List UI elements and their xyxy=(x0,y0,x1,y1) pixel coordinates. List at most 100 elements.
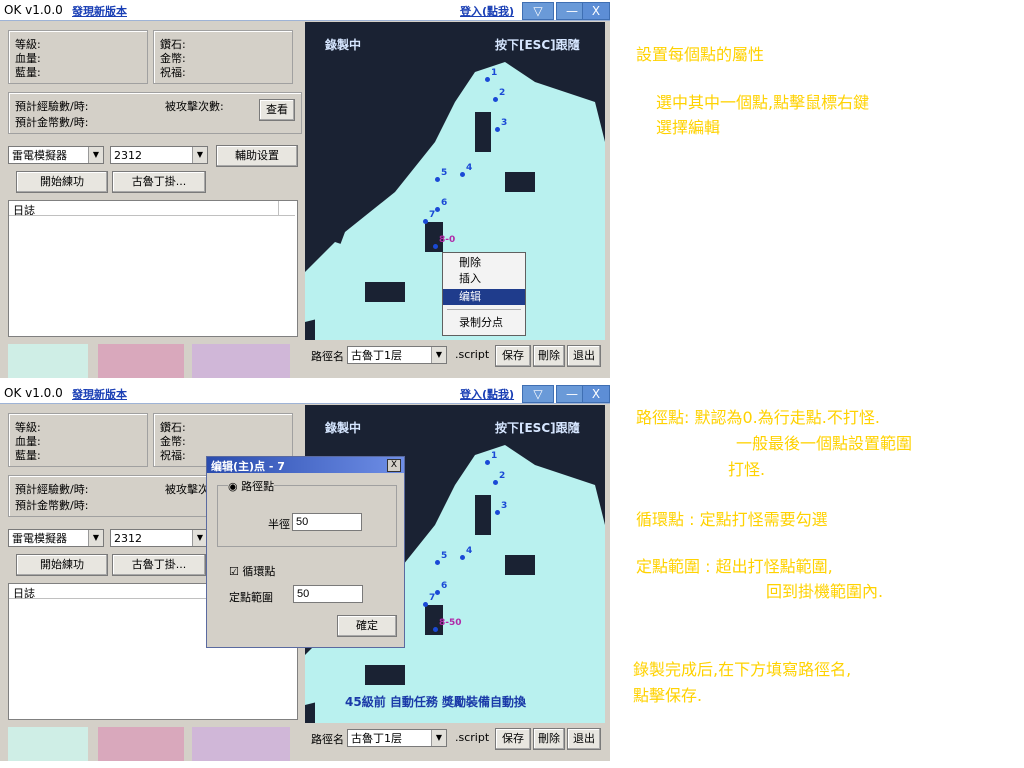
waypoint-marker[interactable] xyxy=(433,627,438,632)
waypoint-marker[interactable] xyxy=(495,510,500,515)
waypoint-marker[interactable] xyxy=(423,219,428,224)
waypoint-label: 8-50 xyxy=(439,618,462,628)
annotation-path-point-3: 打怪. xyxy=(728,460,766,479)
radio-path-point-label: 路徑點 xyxy=(241,480,275,493)
checkbox-checked-icon: ☑ xyxy=(229,565,239,578)
color-swatch xyxy=(98,344,184,378)
port-select[interactable]: 2312 ▼ xyxy=(110,529,208,547)
waypoint-label: 8-0 xyxy=(439,235,456,245)
waypoint-label: 3 xyxy=(501,501,508,511)
range-label: 定點範圍 xyxy=(229,591,273,604)
exit-button[interactable]: 退出 xyxy=(567,345,601,367)
waypoint-marker[interactable] xyxy=(485,460,490,465)
map-wall xyxy=(365,282,405,302)
waypoint-marker[interactable] xyxy=(460,555,465,560)
color-swatch xyxy=(8,344,88,378)
view-button[interactable]: 查看 xyxy=(259,99,295,121)
menu-item-record-subpoint[interactable]: 录制分点 xyxy=(443,315,525,331)
blessing-label: 祝福: xyxy=(160,66,186,79)
close-icon[interactable]: X xyxy=(582,2,610,20)
path-name-label: 路徑名 xyxy=(311,350,344,363)
gludin-button[interactable]: 古魯丁掛... xyxy=(112,171,206,193)
color-swatch xyxy=(8,727,88,761)
waypoint-label: 4 xyxy=(466,546,473,556)
menu-item-edit[interactable]: 编辑 xyxy=(443,289,525,305)
emulator-select[interactable]: 雷電模擬器 ▼ xyxy=(8,146,104,164)
map-wall xyxy=(475,112,491,152)
waypoint-marker[interactable] xyxy=(460,172,465,177)
dialog-close-icon[interactable]: X xyxy=(387,459,401,472)
dialog-title-bar: 编辑(主)点 - 7 X xyxy=(207,457,404,473)
close-icon[interactable]: X xyxy=(582,385,610,403)
gludin-button[interactable]: 古魯丁掛... xyxy=(112,554,206,576)
waypoint-marker[interactable] xyxy=(435,177,440,182)
ok-button[interactable]: 確定 xyxy=(337,615,397,637)
color-swatch xyxy=(192,344,290,378)
attacked-label: 被攻擊次數: xyxy=(165,100,224,113)
waypoint-label: 3 xyxy=(501,118,508,128)
login-link[interactable]: 登入(點我) xyxy=(460,386,514,402)
radius-input[interactable] xyxy=(292,513,362,531)
path-name-value: 古魯丁1层 xyxy=(351,349,402,362)
dropdown-arrow-icon[interactable]: ▽ xyxy=(522,385,554,403)
path-name-value: 古魯丁1层 xyxy=(351,732,402,745)
waypoint-marker[interactable] xyxy=(435,590,440,595)
loop-point-checkbox[interactable]: ☑ 循環點 xyxy=(229,563,275,579)
assist-settings-button[interactable]: 輔助设置 xyxy=(216,145,298,167)
dropdown-arrow-icon[interactable]: ▽ xyxy=(522,2,554,20)
annotation-top-1: 設置每個點的屬性 xyxy=(636,45,765,64)
radio-path-point[interactable]: ◉ 路徑點 xyxy=(228,478,275,494)
title-bar: OK v1.0.0 發現新版本 登入(點我) ▽ — X xyxy=(0,0,610,21)
menu-item-delete[interactable]: 刪除 xyxy=(443,255,525,271)
script-extension: .script xyxy=(455,731,490,744)
save-button[interactable]: 保存 xyxy=(495,728,531,750)
waypoint-label: 5 xyxy=(441,168,448,178)
map-banner: 45級前 自動任務 獎勵裝備自動換 xyxy=(345,695,527,709)
mp-label: 藍量: xyxy=(15,449,41,462)
stats-group-left: 等級: 血量: 藍量: xyxy=(8,30,148,84)
emulator-value: 雷電模擬器 xyxy=(12,149,67,162)
port-value: 2312 xyxy=(114,149,142,162)
menu-item-insert[interactable]: 插入 xyxy=(443,271,525,287)
waypoint-marker[interactable] xyxy=(423,602,428,607)
port-select[interactable]: 2312 ▼ xyxy=(110,146,208,164)
waypoint-marker[interactable] xyxy=(435,560,440,565)
start-training-button[interactable]: 開始練功 xyxy=(16,171,108,193)
log-panel[interactable]: 日誌 xyxy=(8,200,298,337)
path-point-group: ◉ 路徑點 半徑 xyxy=(217,478,397,547)
path-name-select[interactable]: 古魯丁1层 ▼ xyxy=(347,346,447,364)
blessing-label: 祝福: xyxy=(160,449,186,462)
recording-status: 錄製中 xyxy=(325,421,362,435)
exp-group: 預計經驗數/時: 預計金幣數/時: 被攻擊次數: 查看 xyxy=(8,92,302,134)
update-link[interactable]: 發現新版本 xyxy=(72,386,127,402)
path-bar: 路徑名 古魯丁1层 ▼ .script 保存 刪除 退出 xyxy=(305,723,605,753)
attacked-label: 被攻擊次 xyxy=(165,483,209,496)
waypoint-marker[interactable] xyxy=(435,207,440,212)
update-link[interactable]: 發現新版本 xyxy=(72,3,127,19)
annotation-top-3: 選擇編輯 xyxy=(656,118,721,137)
waypoint-marker[interactable] xyxy=(495,127,500,132)
waypoint-marker[interactable] xyxy=(485,77,490,82)
script-extension: .script xyxy=(455,348,490,361)
waypoint-marker[interactable] xyxy=(493,97,498,102)
login-link[interactable]: 登入(點我) xyxy=(460,3,514,19)
waypoint-label: 6 xyxy=(441,198,448,208)
start-training-button[interactable]: 開始練功 xyxy=(16,554,108,576)
waypoint-label: 1 xyxy=(491,68,498,78)
log-scrollbar[interactable] xyxy=(278,201,295,215)
save-button[interactable]: 保存 xyxy=(495,345,531,367)
delete-button[interactable]: 刪除 xyxy=(533,728,565,750)
annotation-range-2: 回到掛機範圍內. xyxy=(766,582,884,601)
path-name-select[interactable]: 古魯丁1层 ▼ xyxy=(347,729,447,747)
delete-button[interactable]: 刪除 xyxy=(533,345,565,367)
waypoint-marker[interactable] xyxy=(493,480,498,485)
chevron-down-icon: ▼ xyxy=(88,147,103,163)
chevron-down-icon: ▼ xyxy=(192,147,207,163)
waypoint-marker[interactable] xyxy=(433,244,438,249)
exit-button[interactable]: 退出 xyxy=(567,728,601,750)
radio-icon: ◉ xyxy=(228,480,238,493)
emulator-select[interactable]: 雷電模擬器 ▼ xyxy=(8,529,104,547)
range-input[interactable] xyxy=(293,585,363,603)
path-bar: 路徑名 古魯丁1层 ▼ .script 保存 刪除 退出 xyxy=(305,340,605,370)
port-value: 2312 xyxy=(114,532,142,545)
